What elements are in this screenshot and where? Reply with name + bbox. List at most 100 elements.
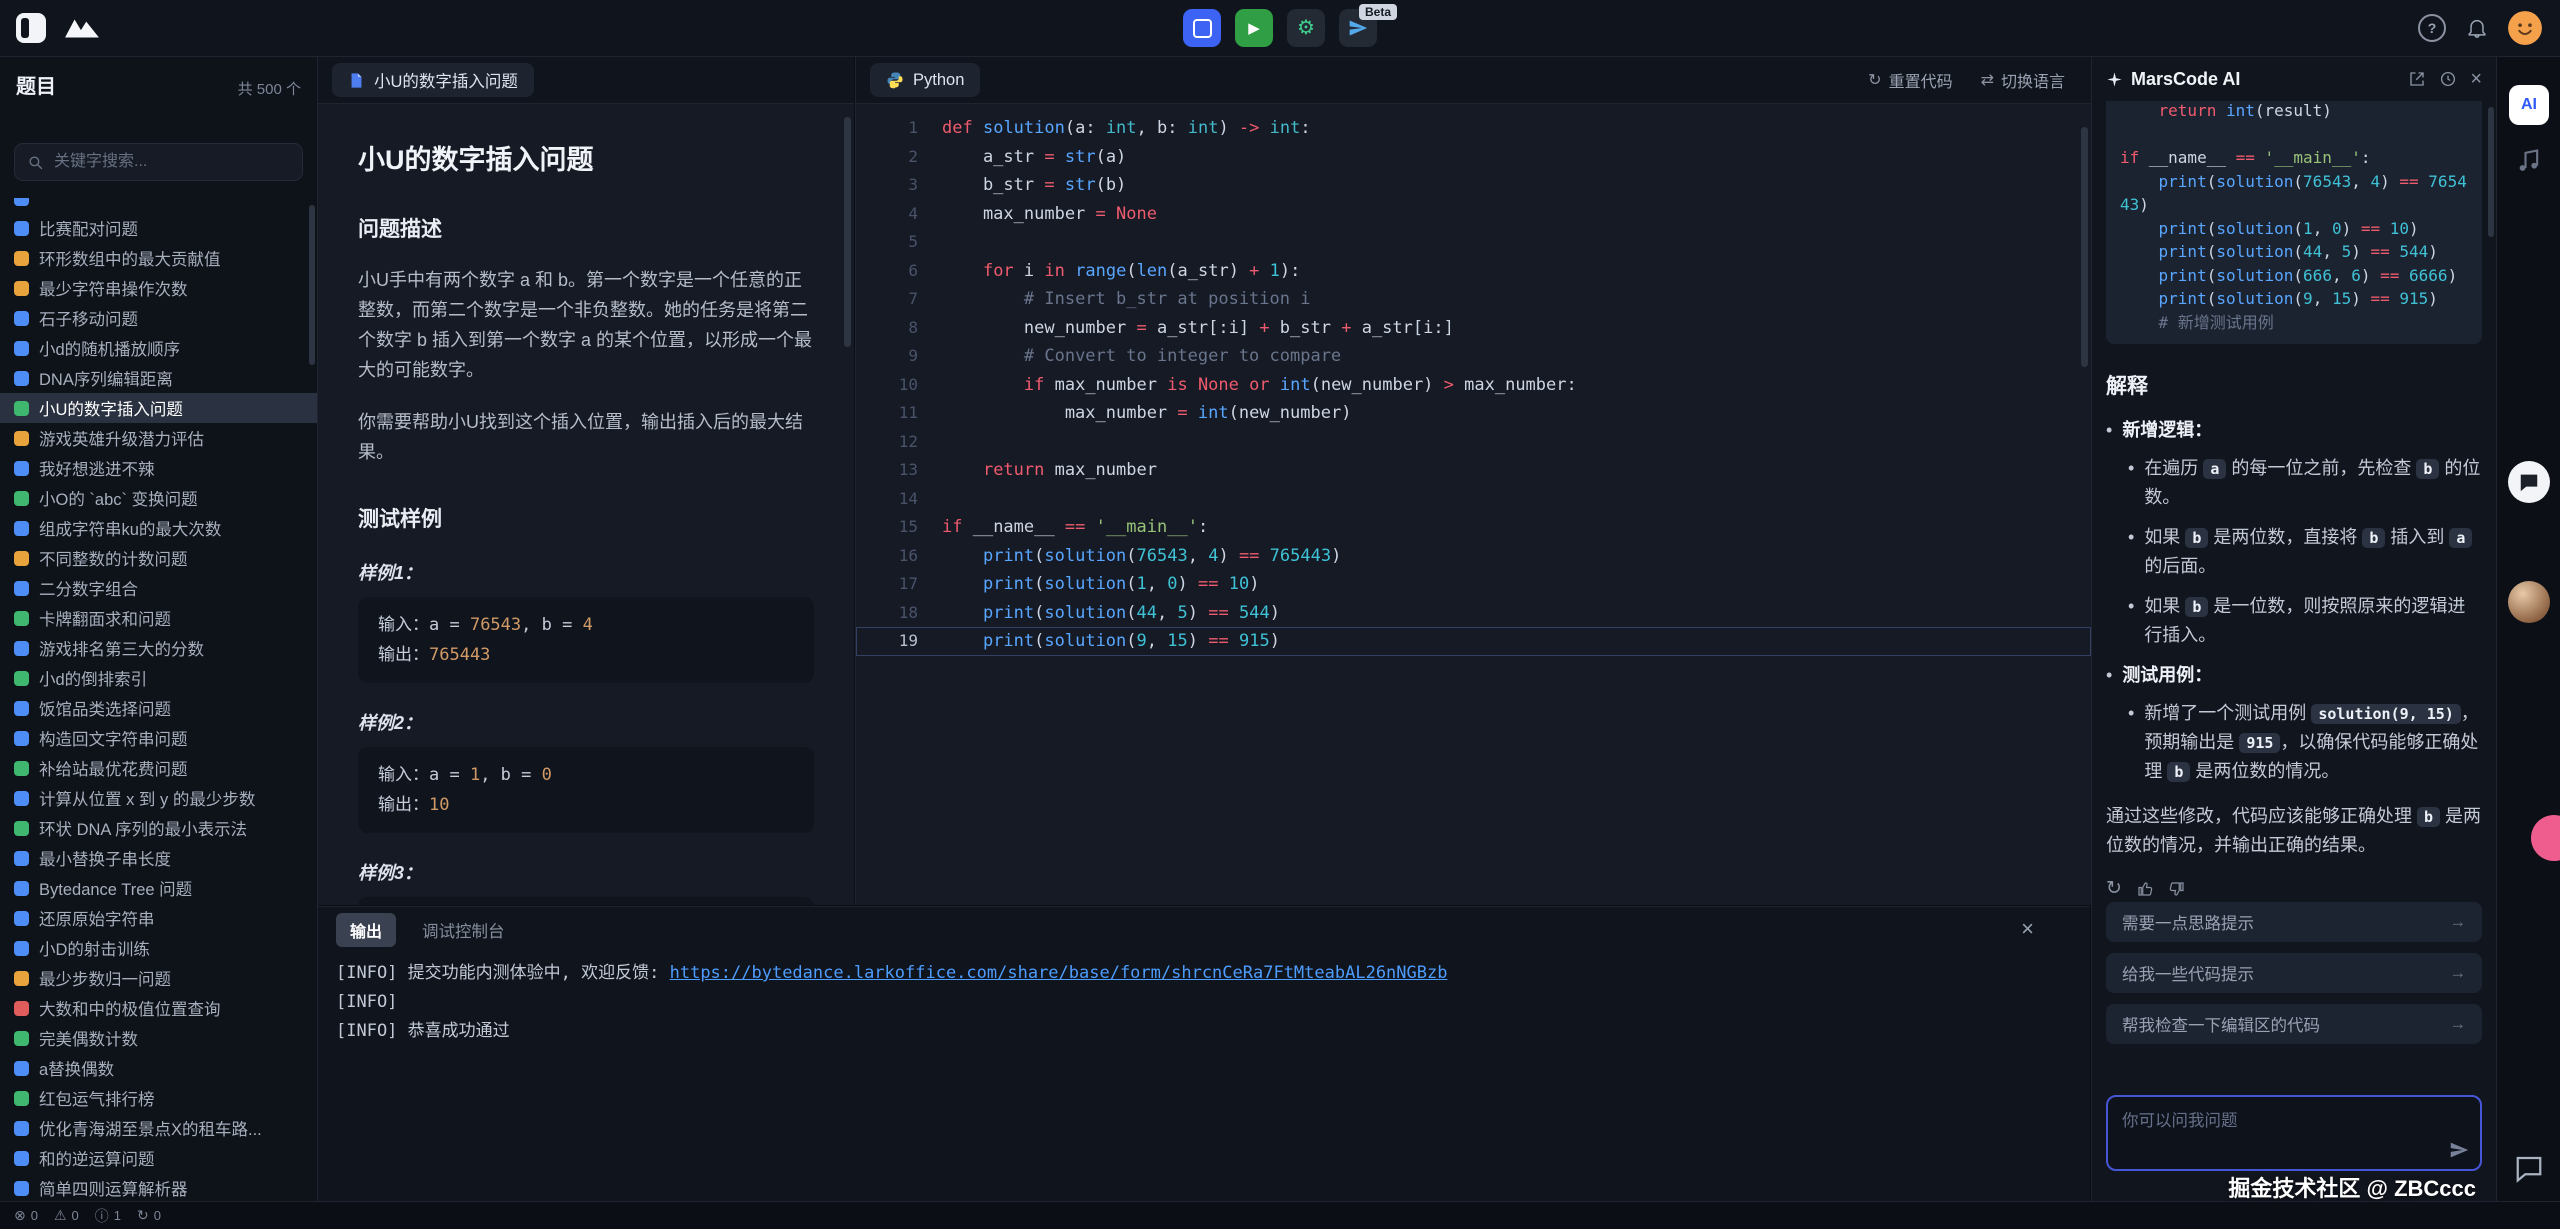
sidebar-item[interactable]: 石子移动问题 <box>0 303 317 333</box>
code-line[interactable]: 12 <box>856 428 2091 457</box>
sidebar-item[interactable] <box>0 198 317 213</box>
sidebar-item[interactable]: 小O的 `abc` 变换问题 <box>0 483 317 513</box>
regenerate-icon[interactable]: ↻ <box>2106 877 2122 900</box>
editor-scrollbar[interactable] <box>2081 127 2088 367</box>
code-line[interactable]: 19 print(solution(9, 15) == 915) <box>856 627 2091 656</box>
history-icon[interactable] <box>2439 70 2457 88</box>
sidebar-item[interactable]: 小d的随机播放顺序 <box>0 333 317 363</box>
sidebar-item[interactable]: a替换偶数 <box>0 1053 317 1083</box>
status-item[interactable]: ⚠0 <box>54 1207 79 1224</box>
feedback-link[interactable]: https://bytedance.larkoffice.com/share/b… <box>670 963 1448 983</box>
sidebar-item[interactable]: 小d的倒排索引 <box>0 663 317 693</box>
code-line[interactable]: 14 <box>856 485 2091 514</box>
code-line[interactable]: 5 <box>856 228 2091 257</box>
log-line: [INFO] <box>336 988 2090 1017</box>
user-avatar[interactable] <box>2508 11 2542 45</box>
sidebar-item[interactable]: DNA序列编辑距离 <box>0 363 317 393</box>
suggestion-chip[interactable]: 帮我检查一下编辑区的代码→ <box>2106 1004 2482 1044</box>
ai-input-box[interactable] <box>2106 1095 2482 1171</box>
sidebar-item[interactable]: 游戏排名第三大的分数 <box>0 633 317 663</box>
sidebar-item[interactable]: 比赛配对问题 <box>0 213 317 243</box>
feedback-icon[interactable] <box>2514 1153 2544 1183</box>
code-line[interactable]: 3 b_str = str(b) <box>856 171 2091 200</box>
notifications-icon[interactable] <box>2466 17 2488 39</box>
sidebar-item[interactable]: 红包运气排行榜 <box>0 1083 317 1113</box>
sidebar-item[interactable]: 二分数字组合 <box>0 573 317 603</box>
run-button[interactable]: ▶ <box>1235 9 1273 47</box>
code-line[interactable]: 4 max_number = None <box>856 200 2091 229</box>
switch-language-button[interactable]: ⇄切换语言 <box>1981 68 2065 92</box>
code-line[interactable]: 18 print(solution(44, 5) == 544) <box>856 599 2091 628</box>
sidebar-item[interactable]: 最少字符串操作次数 <box>0 273 317 303</box>
sidebar-item[interactable]: 小D的射击训练 <box>0 933 317 963</box>
suggestion-chip[interactable]: 给我一些代码提示→ <box>2106 953 2482 993</box>
thumbs-up-icon[interactable] <box>2136 880 2154 898</box>
sidebar-item[interactable]: 还原原始字符串 <box>0 903 317 933</box>
code-line[interactable]: 2 a_str = str(a) <box>856 143 2091 172</box>
sidebar-item[interactable]: 饭馆品类选择问题 <box>0 693 317 723</box>
reset-code-button[interactable]: ↻重置代码 <box>1868 68 1952 92</box>
debug-button[interactable]: ⚙ <box>1287 9 1325 47</box>
sidebar-item[interactable]: 环状 DNA 序列的最小表示法 <box>0 813 317 843</box>
inline-code: b <box>2185 528 2208 548</box>
sidebar-item[interactable]: 游戏英雄升级潜力评估 <box>0 423 317 453</box>
code-line[interactable]: 15if __name__ == '__main__': <box>856 513 2091 542</box>
sidebar-item[interactable]: 构造回文字符串问题 <box>0 723 317 753</box>
search-box[interactable] <box>14 143 303 181</box>
ai-input[interactable] <box>2108 1097 2480 1169</box>
contact-avatar[interactable] <box>2508 581 2550 623</box>
thumbs-down-icon[interactable] <box>2168 880 2186 898</box>
sidebar-toggle-icon[interactable] <box>16 13 46 43</box>
music-app-icon[interactable] <box>2515 147 2543 175</box>
problem-scrollbar[interactable] <box>844 117 851 347</box>
language-tab[interactable]: Python <box>870 63 980 97</box>
activity-badge[interactable] <box>2531 815 2560 861</box>
suggestion-chip[interactable]: 需要一点思路提示→ <box>2106 902 2482 942</box>
code-line[interactable]: 6 for i in range(len(a_str) + 1): <box>856 257 2091 286</box>
code-line[interactable]: 17 print(solution(1, 0) == 10) <box>856 570 2091 599</box>
open-in-editor-icon[interactable] <box>2408 70 2426 88</box>
sidebar-item[interactable]: 卡牌翻面求和问题 <box>0 603 317 633</box>
code-area[interactable]: 1def solution(a: int, b: int) -> int:2 a… <box>856 104 2091 905</box>
search-input[interactable] <box>52 152 290 172</box>
community-icon[interactable] <box>2508 461 2550 503</box>
code-line[interactable]: 7 # Insert b_str at position i <box>856 285 2091 314</box>
sidebar-item[interactable]: 环形数组中的最大贡献值 <box>0 243 317 273</box>
sidebar-item[interactable]: 补给站最优花费问题 <box>0 753 317 783</box>
sidebar-item[interactable]: 最小替换子串长度 <box>0 843 317 873</box>
close-output-icon[interactable]: × <box>2021 916 2034 942</box>
sidebar-item[interactable]: 计算从位置 x 到 y 的最少步数 <box>0 783 317 813</box>
code-line[interactable]: 9 # Convert to integer to compare <box>856 342 2091 371</box>
status-item[interactable]: ↻0 <box>137 1207 161 1224</box>
tab-output[interactable]: 输出 <box>336 913 396 947</box>
code-line[interactable]: 11 max_number = int(new_number) <box>856 399 2091 428</box>
ai-assistant-badge[interactable]: AI <box>2509 85 2549 125</box>
code-line[interactable]: 16 print(solution(76543, 4) == 765443) <box>856 542 2091 571</box>
sidebar-item[interactable]: 优化青海湖至景点X的租车路... <box>0 1113 317 1143</box>
status-item[interactable]: ⊗0 <box>14 1207 38 1224</box>
status-item[interactable]: ⓘ1 <box>95 1206 121 1226</box>
sidebar-item[interactable]: 小U的数字插入问题 <box>0 393 317 423</box>
sidebar-item[interactable]: 最少步数归一问题 <box>0 963 317 993</box>
code-line[interactable]: 1def solution(a: int, b: int) -> int: <box>856 114 2091 143</box>
sidebar-scrollbar[interactable] <box>309 205 315 365</box>
ai-scrollbar[interactable] <box>2488 107 2494 237</box>
sidebar-item[interactable]: Bytedance Tree 问题 <box>0 873 317 903</box>
code-line[interactable]: 13 return max_number <box>856 456 2091 485</box>
problem-tab[interactable]: 小U的数字插入问题 <box>332 63 534 97</box>
sidebar-item[interactable]: 组成字符串ku的最大次数 <box>0 513 317 543</box>
sidebar-item[interactable]: 我好想逃进不辣 <box>0 453 317 483</box>
send-icon[interactable] <box>2448 1139 2470 1161</box>
sidebar-item[interactable]: 简单四则运算解析器 <box>0 1173 317 1201</box>
sidebar-item[interactable]: 完美偶数计数 <box>0 1023 317 1053</box>
sidebar-item[interactable]: 大数和中的极值位置查询 <box>0 993 317 1023</box>
sidebar-item[interactable]: 不同整数的计数问题 <box>0 543 317 573</box>
code-line[interactable]: 8 new_number = a_str[:i] + b_str + a_str… <box>856 314 2091 343</box>
code-line[interactable]: 10 if max_number is None or int(new_numb… <box>856 371 2091 400</box>
close-ai-icon[interactable]: × <box>2470 69 2482 89</box>
layout-button[interactable] <box>1183 9 1221 47</box>
help-icon[interactable]: ? <box>2418 14 2446 42</box>
tab-debug-console[interactable]: 调试控制台 <box>422 918 505 942</box>
sidebar-item[interactable]: 和的逆运算问题 <box>0 1143 317 1173</box>
line-number: 8 <box>856 314 942 343</box>
